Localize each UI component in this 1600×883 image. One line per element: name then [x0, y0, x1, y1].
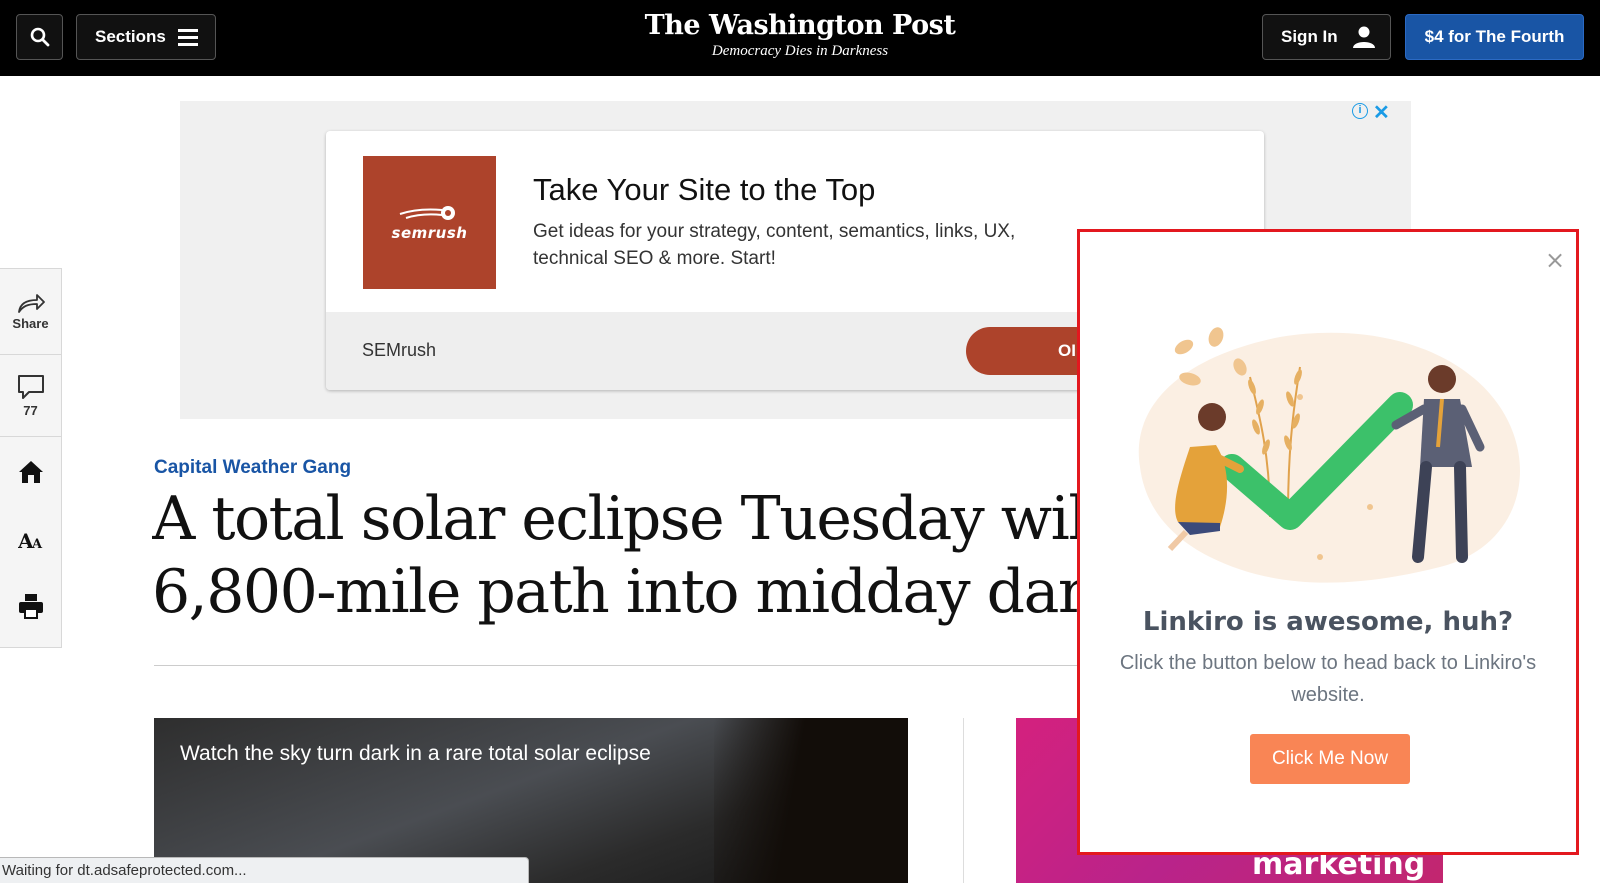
ad-body-text: Get ideas for your strategy, content, se… [533, 221, 1016, 269]
comment-icon [17, 374, 44, 399]
video-title: Watch the sky turn dark in a rare total … [180, 742, 651, 765]
popup-close-icon[interactable]: × [1545, 246, 1565, 274]
svg-text:A: A [31, 537, 43, 550]
home-button[interactable] [0, 437, 61, 507]
article-kicker[interactable]: Capital Weather Gang [154, 457, 351, 479]
font-size-icon: A A [18, 530, 43, 550]
printer-icon [18, 594, 43, 619]
ad-advertiser-name: SEMrush [362, 340, 437, 360]
ad-headline: Take Your Site to the Top [533, 172, 876, 207]
click-me-now-button[interactable]: Click Me Now [1250, 734, 1410, 784]
headline-line-1: A total solar eclipse Tuesday will [152, 484, 1082, 554]
headline-divider [154, 665, 1079, 666]
popup-title: Linkiro is awesome, huh? [1142, 607, 1514, 637]
video-shadow [714, 718, 908, 883]
headline-line-2: 6,800-mile path into midday dar [152, 557, 1082, 627]
top-navigation-bar: Sections The Washington Post Democracy D… [0, 0, 1600, 76]
semrush-logo: semrush [363, 156, 496, 289]
user-icon [1352, 26, 1375, 48]
ad-info-icon[interactable]: i [1352, 103, 1368, 119]
share-label: Share [12, 315, 49, 331]
sign-in-button[interactable]: Sign In [1262, 14, 1391, 60]
linkiro-popup: × Linkiro is awesome, huh? Click the but… [1077, 229, 1579, 855]
home-icon [18, 461, 43, 483]
semrush-wordmark: semrush [391, 223, 468, 242]
browser-status-bar: Waiting for dt.adsafeprotected.com... [0, 857, 529, 883]
column-divider [963, 718, 964, 883]
comments-count: 77 [23, 402, 38, 418]
article-tools-rail: Share 77 A A [0, 268, 62, 648]
text-size-button[interactable]: A A [0, 507, 61, 573]
ad-close-icon[interactable]: ✕ [1373, 100, 1390, 125]
share-button[interactable]: Share [0, 269, 61, 354]
comments-button[interactable]: 77 [0, 355, 61, 436]
print-button[interactable] [0, 573, 61, 639]
comet-icon [399, 205, 455, 220]
article-headline: A total solar eclipse Tuesday will 6,800… [152, 483, 1082, 638]
share-icon [17, 293, 45, 313]
popup-body-text: Click the button below to head back to L… [1119, 652, 1537, 706]
sign-in-label: Sign In [1281, 27, 1338, 46]
approval-illustration [1138, 327, 1520, 583]
subscribe-promo-button[interactable]: $4 for The Fourth [1405, 14, 1584, 60]
